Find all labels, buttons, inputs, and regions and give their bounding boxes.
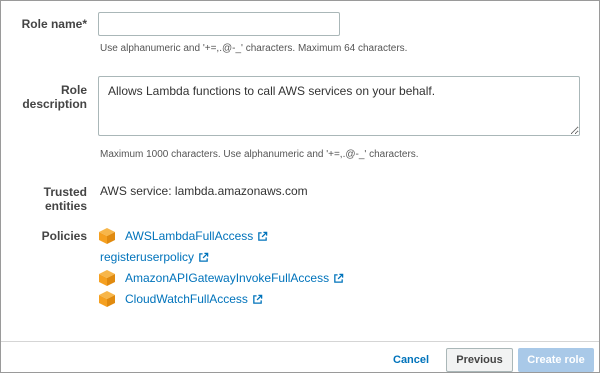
role-name-hint: Use alphanumeric and '+=,.@-_' character…	[100, 43, 408, 54]
role-description-hint: Maximum 1000 characters. Use alphanumeri…	[100, 149, 419, 160]
external-link-icon[interactable]	[252, 294, 263, 305]
policy-item: AmazonAPIGatewayInvokeFullAccess	[98, 269, 344, 287]
create-role-button[interactable]: Create role	[518, 348, 594, 372]
policy-link[interactable]: AWSLambdaFullAccess	[125, 229, 253, 243]
policy-link[interactable]: AmazonAPIGatewayInvokeFullAccess	[125, 271, 329, 285]
footer-divider	[1, 341, 599, 342]
cancel-button[interactable]: Cancel	[387, 350, 435, 370]
aws-managed-policy-icon	[99, 291, 115, 307]
previous-button[interactable]: Previous	[446, 348, 513, 372]
policy-link[interactable]: registeruserpolicy	[100, 250, 194, 264]
role-name-input[interactable]	[98, 12, 340, 36]
policy-item: CloudWatchFullAccess	[98, 290, 263, 308]
policy-item: registeruserpolicy	[100, 248, 209, 266]
aws-managed-policy-icon	[99, 270, 115, 286]
role-name-label: Role name*	[21, 17, 87, 31]
external-link-icon[interactable]	[198, 252, 209, 263]
external-link-icon[interactable]	[257, 231, 268, 242]
trusted-entities-label: Trusted entities	[43, 185, 87, 213]
policies-label: Policies	[41, 229, 87, 243]
trusted-entities-value: AWS service: lambda.amazonaws.com	[100, 184, 308, 198]
policy-item: AWSLambdaFullAccess	[98, 227, 268, 245]
external-link-icon[interactable]	[333, 273, 344, 284]
role-description-label: Role description	[22, 83, 87, 111]
review-role-panel: Role name* Use alphanumeric and '+=,.@-_…	[0, 0, 600, 373]
aws-managed-policy-icon	[99, 228, 115, 244]
policy-link[interactable]: CloudWatchFullAccess	[125, 292, 248, 306]
role-description-textarea[interactable]: Allows Lambda functions to call AWS serv…	[98, 76, 580, 136]
